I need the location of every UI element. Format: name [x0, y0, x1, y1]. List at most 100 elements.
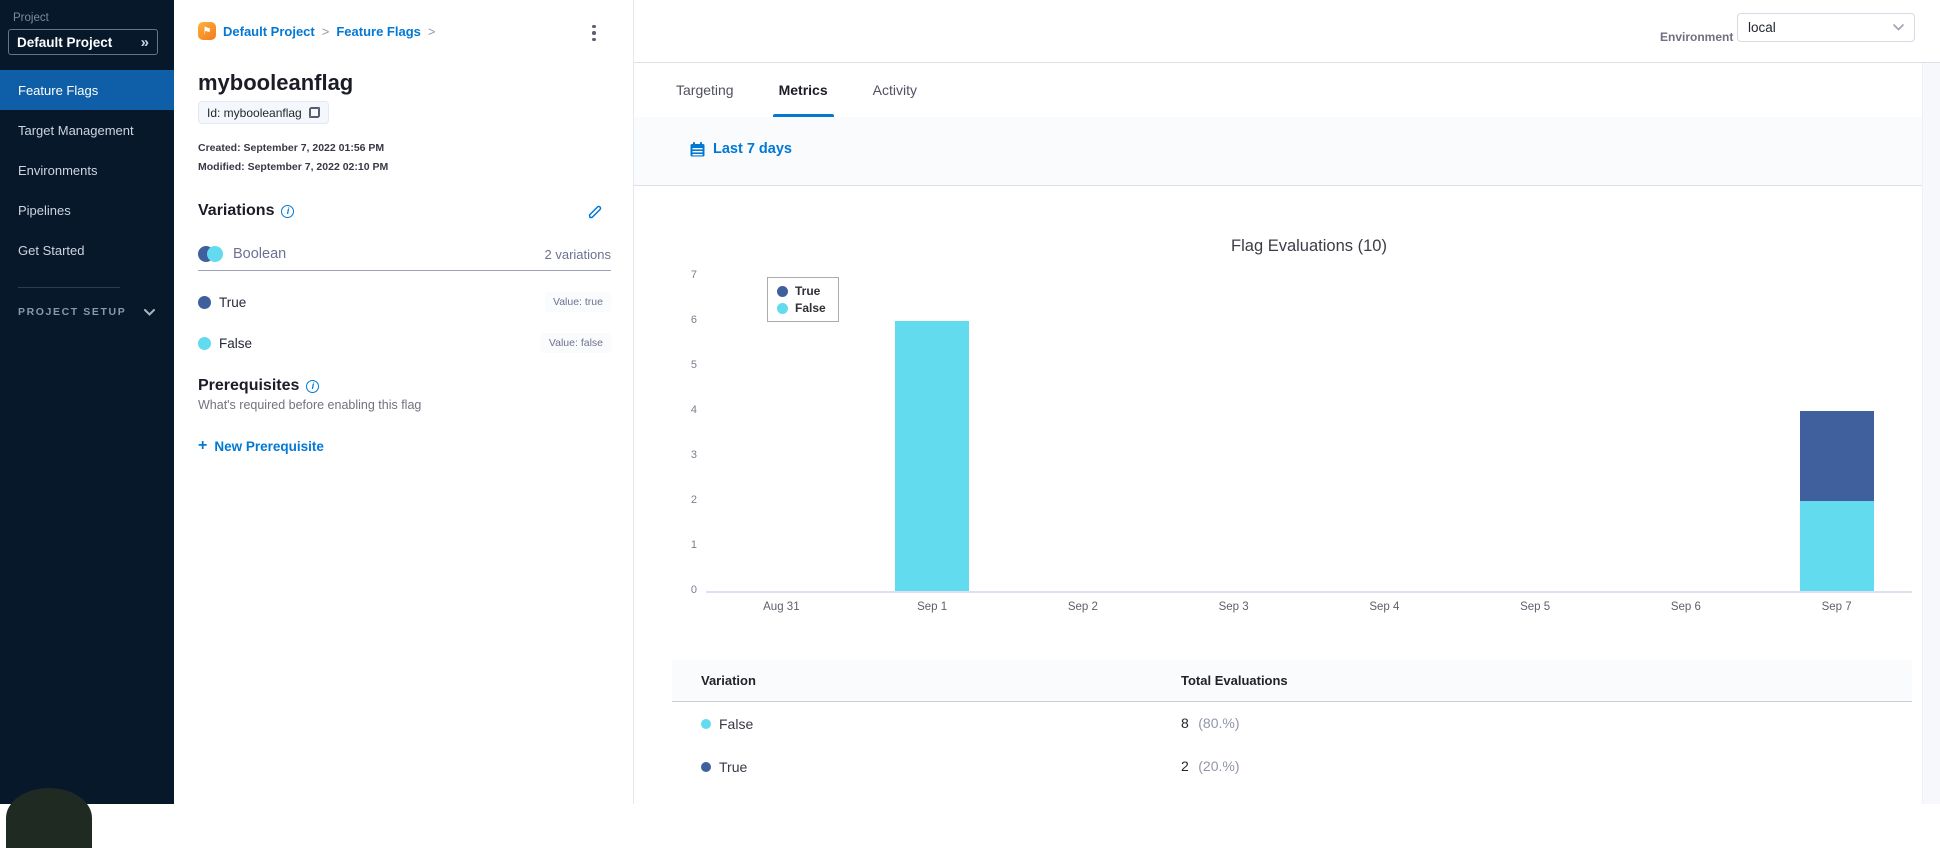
evaluations-percent: (20.%) [1198, 757, 1240, 774]
x-axis-tick: Sep 5 [1520, 601, 1551, 613]
y-axis-tick: 0 [690, 584, 697, 596]
breadcrumb-feature-flags[interactable]: Feature Flags [336, 24, 421, 39]
evaluations-percent: (80.%) [1198, 714, 1240, 731]
variation-type-row: Boolean 2 variations [198, 246, 611, 262]
breadcrumb-separator: > [427, 23, 436, 39]
total-evaluations-value: 2 [1181, 757, 1189, 774]
environment-label: Environment [1660, 30, 1734, 44]
tab-metrics[interactable]: Metrics [772, 62, 834, 117]
tab-targeting[interactable]: Targeting [670, 62, 740, 117]
copy-icon[interactable] [308, 107, 320, 118]
column-header-total-evaluations: Total Evaluations [1181, 673, 1288, 688]
true-dot-icon [701, 761, 711, 772]
variations-divider [198, 270, 611, 271]
variation-row-true: True Value: true [198, 292, 611, 312]
tab-activity[interactable]: Activity [867, 62, 923, 117]
created-date: Created: September 7, 2022 01:56 PM [198, 142, 385, 154]
metrics-panel: Environment local Targeting Metrics Acti… [634, 0, 1940, 804]
variation-name: True [219, 294, 247, 310]
modified-date: Modified: September 7, 2022 02:10 PM [198, 161, 389, 173]
false-dot-icon [198, 336, 211, 350]
y-axis-tick: 4 [690, 404, 697, 416]
sidebar-item-feature-flags[interactable]: Feature Flags [0, 70, 174, 110]
project-label: Project [13, 12, 49, 24]
sidebar-item-pipelines[interactable]: Pipelines [0, 190, 174, 230]
y-axis-tick: 3 [690, 449, 697, 461]
scrollbar-track[interactable] [1922, 63, 1940, 804]
x-axis-tick: Sep 6 [1670, 601, 1701, 613]
help-bubble[interactable] [6, 788, 92, 848]
project-setup-toggle[interactable]: PROJECT SETUP [18, 306, 156, 318]
variation-value-chip: Value: false [540, 333, 611, 353]
table-header-row: Variation Total Evaluations [672, 660, 1912, 702]
info-icon[interactable]: i [306, 379, 320, 393]
y-axis-tick: 2 [690, 494, 697, 506]
evaluations-table: Variation Total Evaluations False 8 (80.… [672, 660, 1912, 788]
y-axis-tick: 7 [690, 269, 697, 281]
y-axis-tick: 6 [690, 314, 697, 326]
x-axis-tick: Aug 31 [763, 601, 800, 613]
variation-row-false: False Value: false [198, 333, 611, 353]
sidebar-item-environments[interactable]: Environments [0, 150, 174, 190]
date-range-label: Last 7 days [713, 141, 792, 157]
breadcrumb: ⚑ Default Project > Feature Flags > [198, 22, 435, 40]
flag-options-menu-button[interactable] [584, 22, 604, 44]
project-setup-label: PROJECT SETUP [18, 306, 127, 318]
date-filter-bar: Last 7 days [634, 117, 1940, 186]
variation-type-label: Boolean [233, 246, 287, 262]
false-dot-icon [701, 718, 711, 729]
variation-value-chip: Value: true [544, 292, 611, 312]
calendar-icon [690, 141, 705, 156]
sidebar-divider [18, 287, 120, 288]
x-axis-tick: Sep 4 [1369, 601, 1400, 613]
bar-false-sep-7[interactable] [1799, 501, 1874, 591]
feature-flags-module-icon: ⚑ [198, 22, 216, 40]
date-range-button[interactable]: Last 7 days [690, 141, 792, 157]
edit-variations-button[interactable] [586, 203, 606, 223]
sidebar-nav: Feature Flags Target Management Environm… [0, 70, 174, 270]
info-icon[interactable]: i [281, 204, 295, 218]
x-axis-tick: Sep 3 [1218, 601, 1249, 613]
chevron-down-icon [144, 308, 156, 316]
chart-legend: True False [767, 277, 839, 322]
variations-heading: Variations [198, 202, 275, 219]
sidebar-item-target-management[interactable]: Target Management [0, 110, 174, 150]
column-header-variation: Variation [701, 673, 756, 688]
environment-select[interactable]: local [1737, 13, 1915, 42]
breadcrumb-separator: > [321, 23, 330, 39]
legend-item-true[interactable]: True [777, 284, 826, 298]
prerequisites-heading-row: Prerequisites i [198, 377, 320, 395]
flag-id-text: Id: mybooleanflag [207, 105, 302, 120]
chart-title: Flag Evaluations (10) [1231, 237, 1387, 255]
plus-icon: + [198, 437, 208, 454]
flag-tabs: Targeting Metrics Activity [670, 62, 923, 117]
variations-heading-row: Variations i [198, 202, 295, 220]
table-row[interactable]: False 8 (80.%) [672, 702, 1912, 745]
variation-name: False [219, 335, 253, 351]
legend-item-false[interactable]: False [777, 301, 826, 315]
sidebar-item-get-started[interactable]: Get Started [0, 230, 174, 270]
prerequisites-subtitle: What's required before enabling this fla… [198, 398, 422, 412]
breadcrumb-default-project[interactable]: Default Project [223, 24, 315, 39]
project-selector[interactable]: Default Project » [8, 29, 158, 55]
y-axis-tick: 5 [690, 359, 697, 371]
expand-project-icon: » [140, 33, 149, 51]
project-name: Default Project [17, 34, 113, 50]
x-axis-tick: Sep 1 [917, 601, 948, 613]
flag-title: mybooleanflag [198, 70, 354, 95]
legend-dot-false [777, 302, 788, 314]
x-axis-tick: Sep 7 [1821, 601, 1852, 613]
boolean-toggle-icon [198, 246, 223, 262]
new-prerequisite-label: New Prerequisite [214, 438, 324, 454]
flag-detail-panel: ⚑ Default Project > Feature Flags > mybo… [174, 0, 634, 804]
flag-id-chip[interactable]: Id: mybooleanflag [198, 101, 329, 124]
total-evaluations-value: 8 [1181, 714, 1189, 731]
new-prerequisite-button[interactable]: + New Prerequisite [198, 437, 324, 455]
x-axis-line [706, 591, 1912, 593]
table-row[interactable]: True 2 (20.%) [672, 745, 1912, 788]
sidebar: Project Default Project » Feature Flags … [0, 0, 174, 848]
pencil-icon [588, 205, 602, 219]
bar-false-sep-1[interactable] [895, 321, 970, 591]
x-axis-tick: Sep 2 [1067, 601, 1098, 613]
bar-true-sep-7[interactable] [1799, 411, 1874, 501]
